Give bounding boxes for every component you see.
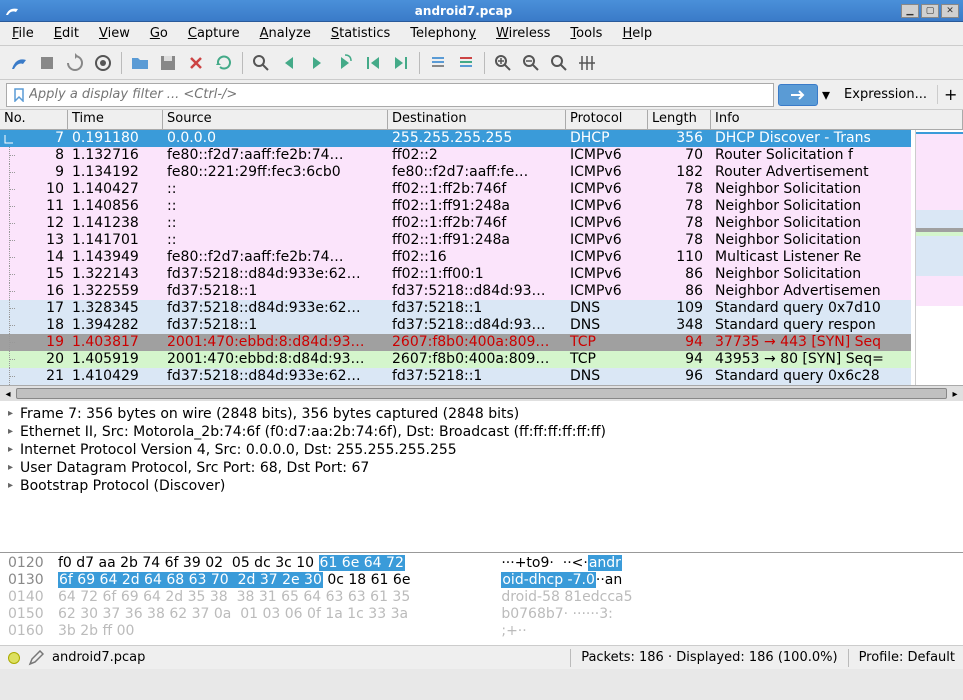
packet-list-header: No. Time Source Destination Protocol Len… bbox=[0, 110, 963, 130]
bookmark-icon[interactable] bbox=[13, 88, 25, 102]
col-destination[interactable]: Destination bbox=[388, 110, 566, 129]
edit-icon[interactable] bbox=[28, 650, 44, 666]
packet-list-pane: No. Time Source Destination Protocol Len… bbox=[0, 110, 963, 401]
toolbar bbox=[0, 46, 963, 80]
col-time[interactable]: Time bbox=[68, 110, 163, 129]
close-file-button[interactable] bbox=[183, 50, 209, 76]
detail-item[interactable]: ▸Frame 7: 356 bytes on wire (2848 bits),… bbox=[8, 405, 955, 423]
col-source[interactable]: Source bbox=[163, 110, 388, 129]
filter-input-container bbox=[6, 83, 774, 107]
close-button[interactable]: ✕ bbox=[941, 4, 959, 18]
table-row[interactable]: 211.410429fd37:5218::d84d:933e:62…fd37:5… bbox=[0, 368, 911, 385]
zoom-reset-button[interactable] bbox=[546, 50, 572, 76]
first-button[interactable] bbox=[360, 50, 386, 76]
detail-item[interactable]: ▸Internet Protocol Version 4, Src: 0.0.0… bbox=[8, 441, 955, 459]
next-button[interactable] bbox=[304, 50, 330, 76]
wireshark-icon bbox=[4, 3, 20, 19]
colorize-button[interactable] bbox=[453, 50, 479, 76]
save-button[interactable] bbox=[155, 50, 181, 76]
table-row[interactable]: 101.140427::ff02::1:ff2b:746fICMPv678Nei… bbox=[0, 181, 911, 198]
hex-row[interactable]: 014064 72 6f 69 64 2d 35 38 38 31 65 64 … bbox=[8, 589, 955, 606]
table-row[interactable]: 70.1911800.0.0.0255.255.255.255DHCP356DH… bbox=[0, 130, 911, 147]
filter-toolbar: ▾ Expression... + bbox=[0, 80, 963, 110]
col-no[interactable]: No. bbox=[0, 110, 68, 129]
apply-filter-button[interactable] bbox=[778, 84, 818, 106]
detail-item[interactable]: ▸Bootstrap Protocol (Discover) bbox=[8, 477, 955, 495]
expert-info-icon[interactable] bbox=[8, 652, 20, 664]
table-row[interactable]: 191.4038172001:470:ebbd:8:d84d:93…2607:f… bbox=[0, 334, 911, 351]
table-row[interactable]: 201.4059192001:470:ebbd:8:d84d:93…2607:f… bbox=[0, 351, 911, 368]
packet-minimap[interactable] bbox=[915, 130, 963, 400]
maximize-button[interactable]: ▢ bbox=[921, 4, 939, 18]
prev-button[interactable] bbox=[276, 50, 302, 76]
stop-button[interactable] bbox=[34, 50, 60, 76]
statusbar: android7.pcap Packets: 186 · Displayed: … bbox=[0, 645, 963, 669]
hex-row[interactable]: 01603b 2b ff 00 ;+·· bbox=[8, 623, 955, 640]
horizontal-scrollbar[interactable]: ◂ ▸ bbox=[0, 385, 963, 401]
table-row[interactable]: 121.141238::ff02::1:ff2b:746fICMPv678Nei… bbox=[0, 215, 911, 232]
status-file: android7.pcap bbox=[52, 650, 145, 665]
menu-edit[interactable]: Edit bbox=[50, 24, 83, 43]
expression-button[interactable]: Expression... bbox=[834, 87, 937, 102]
table-row[interactable]: 171.328345fd37:5218::d84d:933e:62…fd37:5… bbox=[0, 300, 911, 317]
resize-cols-button[interactable] bbox=[574, 50, 600, 76]
menu-capture[interactable]: Capture bbox=[184, 24, 244, 43]
menu-wireless[interactable]: Wireless bbox=[492, 24, 554, 43]
minimize-button[interactable]: ▁ bbox=[901, 4, 919, 18]
zoom-out-button[interactable] bbox=[518, 50, 544, 76]
hex-row[interactable]: 0120f0 d7 aa 2b 74 6f 39 02 05 dc 3c 10 … bbox=[8, 555, 955, 572]
menu-help[interactable]: Help bbox=[618, 24, 656, 43]
window-title: android7.pcap bbox=[26, 4, 901, 18]
menu-view[interactable]: View bbox=[95, 24, 134, 43]
detail-item[interactable]: ▸User Datagram Protocol, Src Port: 68, D… bbox=[8, 459, 955, 477]
col-protocol[interactable]: Protocol bbox=[566, 110, 648, 129]
menubar: File Edit View Go Capture Analyze Statis… bbox=[0, 22, 963, 46]
jump-button[interactable] bbox=[332, 50, 358, 76]
table-row[interactable]: 111.140856::ff02::1:ff91:248aICMPv678Nei… bbox=[0, 198, 911, 215]
table-row[interactable]: 151.322143fd37:5218::d84d:933e:62…ff02::… bbox=[0, 266, 911, 283]
menu-telephony[interactable]: Telephony bbox=[406, 24, 480, 43]
menu-tools[interactable]: Tools bbox=[566, 24, 606, 43]
filter-dropdown-icon[interactable]: ▾ bbox=[818, 84, 834, 106]
col-info[interactable]: Info bbox=[711, 110, 963, 129]
menu-statistics[interactable]: Statistics bbox=[327, 24, 394, 43]
open-button[interactable] bbox=[127, 50, 153, 76]
reload-button[interactable] bbox=[211, 50, 237, 76]
table-row[interactable]: 91.134192fe80::221:29ff:fec3:6cb0fe80::f… bbox=[0, 164, 911, 181]
menu-go[interactable]: Go bbox=[146, 24, 172, 43]
packet-details-pane[interactable]: ▸Frame 7: 356 bytes on wire (2848 bits),… bbox=[0, 401, 963, 553]
add-filter-button[interactable]: + bbox=[937, 85, 957, 104]
table-row[interactable]: 81.132716fe80::f2d7:aaff:fe2b:74…ff02::2… bbox=[0, 147, 911, 164]
autoscroll-button[interactable] bbox=[425, 50, 451, 76]
table-row[interactable]: 131.141701::ff02::1:ff91:248aICMPv678Nei… bbox=[0, 232, 911, 249]
titlebar: android7.pcap ▁ ▢ ✕ bbox=[0, 0, 963, 22]
status-profile[interactable]: Profile: Default bbox=[859, 650, 955, 665]
options-button[interactable] bbox=[90, 50, 116, 76]
detail-item[interactable]: ▸Ethernet II, Src: Motorola_2b:74:6f (f0… bbox=[8, 423, 955, 441]
col-length[interactable]: Length bbox=[648, 110, 711, 129]
menu-analyze[interactable]: Analyze bbox=[256, 24, 315, 43]
hex-row[interactable]: 01306f 69 64 2d 64 68 63 70 2d 37 2e 30 … bbox=[8, 572, 955, 589]
restart-button[interactable] bbox=[62, 50, 88, 76]
packet-list-body[interactable]: 70.1911800.0.0.0255.255.255.255DHCP356DH… bbox=[0, 130, 911, 385]
hex-dump-pane[interactable]: 0120f0 d7 aa 2b 74 6f 39 02 05 dc 3c 10 … bbox=[0, 553, 963, 645]
shark-fin-icon[interactable] bbox=[6, 50, 32, 76]
status-packets: Packets: 186 · Displayed: 186 (100.0%) bbox=[581, 650, 837, 665]
menu-file[interactable]: File bbox=[8, 24, 38, 43]
table-row[interactable]: 181.394282fd37:5218::1fd37:5218::d84d:93… bbox=[0, 317, 911, 334]
zoom-in-button[interactable] bbox=[490, 50, 516, 76]
display-filter-input[interactable] bbox=[29, 87, 767, 102]
table-row[interactable]: 161.322559fd37:5218::1fd37:5218::d84d:93… bbox=[0, 283, 911, 300]
find-button[interactable] bbox=[248, 50, 274, 76]
table-row[interactable]: 141.143949fe80::f2d7:aaff:fe2b:74…ff02::… bbox=[0, 249, 911, 266]
hex-row[interactable]: 015062 30 37 36 38 62 37 0a 01 03 06 0f … bbox=[8, 606, 955, 623]
last-button[interactable] bbox=[388, 50, 414, 76]
